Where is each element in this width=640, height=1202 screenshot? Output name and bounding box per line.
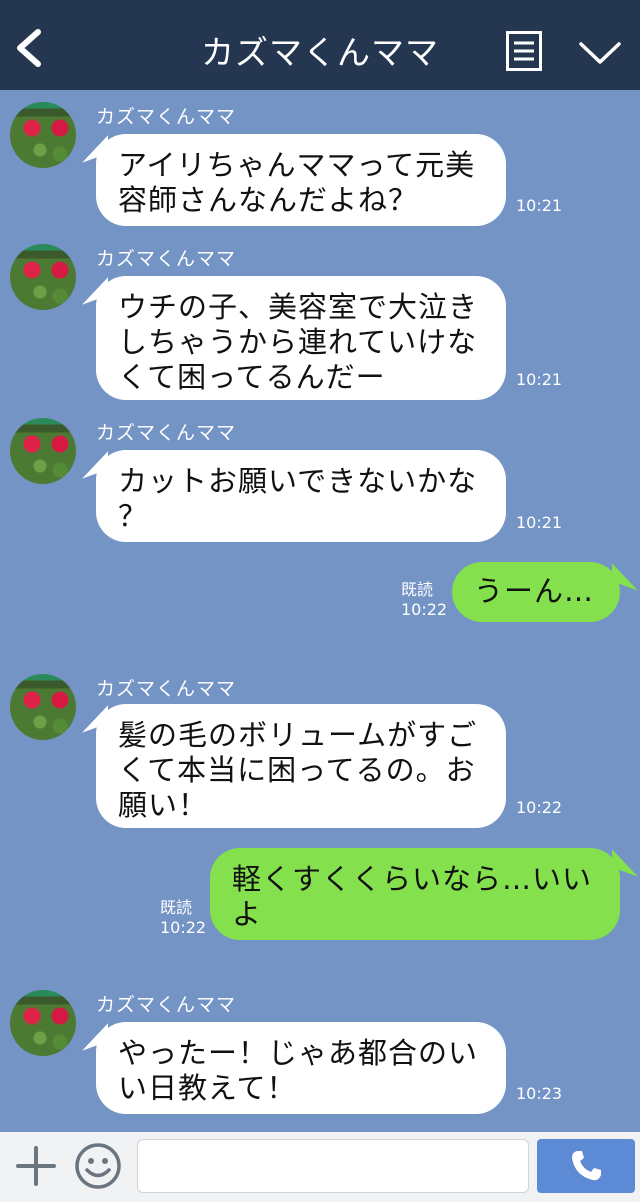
- message-line: い日教えて！: [118, 1071, 297, 1105]
- menu-icon[interactable]: [506, 31, 542, 71]
- avatar[interactable]: [10, 674, 76, 740]
- message-line: 容師さんなんだよね？: [118, 183, 419, 217]
- outgoing-message-bubble[interactable]: 軽くすくくらいなら…いい よ: [210, 848, 620, 940]
- message-input[interactable]: [137, 1139, 529, 1193]
- message-line: 髪の毛のボリュームがすご: [118, 718, 478, 752]
- message-line: 軽くすくくらいなら…いい: [232, 862, 593, 896]
- chat-header: カズマくんママ: [0, 0, 640, 90]
- read-receipt: 既読 10:22: [401, 580, 447, 620]
- message-line: カットお願いできないかな: [118, 464, 478, 498]
- message-line: よ: [232, 897, 263, 931]
- message-time: 10:21: [516, 196, 563, 215]
- message-line: ？: [118, 499, 149, 533]
- avatar[interactable]: [10, 418, 76, 484]
- message-list[interactable]: カズマくんママ アイリちゃんママって元美 容師さんなんだよね？ 10:21 カズ…: [0, 90, 640, 1132]
- read-label: 既読: [160, 898, 193, 917]
- message-time: 10:21: [516, 370, 563, 389]
- message-line: アイリちゃんママって元美: [118, 148, 476, 182]
- incoming-message-bubble[interactable]: ウチの子、美容室で大泣き しちゃうから連れていけな くて困ってるんだー: [96, 276, 506, 400]
- incoming-message-bubble[interactable]: カットお願いできないかな ？: [96, 450, 506, 542]
- phone-icon: [572, 1151, 601, 1181]
- message-line: しちゃうから連れていけな: [118, 325, 478, 359]
- message-line: くて本当に困ってるの。お: [118, 753, 476, 787]
- message-line: くて困ってるんだー: [118, 360, 386, 394]
- message-time: 10:21: [516, 513, 563, 532]
- sender-name: カズマくんママ: [96, 106, 237, 128]
- read-receipt: 既読 10:22: [160, 898, 206, 938]
- incoming-message-bubble[interactable]: アイリちゃんママって元美 容師さんなんだよね？: [96, 134, 506, 226]
- incoming-message-bubble[interactable]: やったー！じゃあ都合のい い日教えて！: [96, 1022, 506, 1114]
- message-time: 10:22: [516, 798, 563, 817]
- message-time: 10:23: [516, 1084, 563, 1103]
- input-bar: [0, 1132, 640, 1202]
- chevron-down-icon[interactable]: [578, 36, 622, 68]
- incoming-message-bubble[interactable]: 髪の毛のボリュームがすご くて本当に困ってるの。お 願い！: [96, 704, 506, 828]
- sender-name: カズマくんママ: [96, 994, 237, 1016]
- chat-title: カズマくんママ: [201, 33, 439, 72]
- outgoing-message-bubble[interactable]: うーん…: [452, 562, 620, 622]
- sender-name: カズマくんママ: [96, 678, 237, 700]
- message-time: 10:22: [401, 600, 448, 619]
- message-time: 10:22: [160, 918, 207, 937]
- call-button[interactable]: [537, 1139, 635, 1193]
- message-line: やったー！じゃあ都合のい: [118, 1036, 479, 1070]
- message-line: ウチの子、美容室で大泣き: [118, 290, 479, 324]
- smile-icon[interactable]: [74, 1142, 122, 1190]
- message-line: 願い！: [118, 788, 209, 822]
- sender-name: カズマくんママ: [96, 422, 237, 444]
- read-label: 既読: [401, 580, 434, 599]
- plus-icon[interactable]: [14, 1144, 58, 1188]
- avatar[interactable]: [10, 102, 76, 168]
- avatar[interactable]: [10, 990, 76, 1056]
- avatar[interactable]: [10, 244, 76, 310]
- sender-name: カズマくんママ: [96, 248, 237, 270]
- message-line: うーん…: [474, 574, 595, 608]
